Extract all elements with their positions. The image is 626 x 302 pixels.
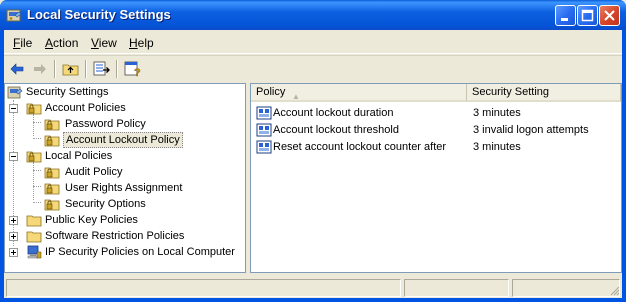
toolbar-separator <box>85 60 87 78</box>
menu-help-label: elp <box>137 36 154 50</box>
tree-item-security-settings[interactable]: Security Settings <box>5 84 245 100</box>
client-area: File Action View Help ? Security Setting… <box>4 30 622 298</box>
policy-setting-icon <box>256 106 272 120</box>
column-header-label: Security Setting <box>472 86 550 98</box>
menu-file[interactable]: File <box>13 36 32 50</box>
tree-item-account-lockout-policy[interactable]: Account Lockout Policy <box>5 132 245 148</box>
forward-arrow-icon[interactable] <box>31 60 49 78</box>
setting-cell: 3 invalid logon attempts <box>473 124 589 136</box>
tree-label: Security Settings <box>26 86 109 98</box>
policy-cell: Reset account lockout counter after <box>273 141 447 153</box>
menu-view[interactable]: View <box>91 36 117 50</box>
table-row[interactable]: Reset account lockout counter after 3 mi… <box>251 139 621 155</box>
title-bar[interactable]: Local Security Settings <box>0 0 626 30</box>
folder-lock-icon <box>26 103 42 115</box>
network-computer-icon <box>27 245 42 259</box>
tree-label: IP Security Policies on Local Computer <box>45 246 235 258</box>
toolbar-separator <box>116 60 118 78</box>
folder-icon <box>26 231 42 243</box>
menu-action[interactable]: Action <box>45 36 78 50</box>
expand-icon[interactable] <box>9 216 18 225</box>
column-header-label: Policy <box>256 86 286 98</box>
close-icon <box>604 10 615 21</box>
menu-view-label: iew <box>98 36 117 50</box>
tree-item-public-key-policies[interactable]: Public Key Policies <box>5 212 245 228</box>
setting-cell: 3 minutes <box>473 107 521 119</box>
menu-file-label: ile <box>20 36 33 50</box>
security-settings-icon <box>6 9 22 22</box>
maximize-icon <box>581 9 594 22</box>
expand-icon[interactable] <box>9 232 18 241</box>
table-row[interactable]: Account lockout duration 3 minutes <box>251 105 621 121</box>
tree-item-user-rights-assignment[interactable]: User Rights Assignment <box>5 180 245 196</box>
menu-help-accel: H <box>129 36 138 50</box>
folder-lock-icon <box>26 151 42 163</box>
up-folder-icon[interactable] <box>62 60 80 78</box>
tree-item-software-restriction-policies[interactable]: Software Restriction Policies <box>5 228 245 244</box>
policy-cell: Account lockout duration <box>273 107 394 119</box>
folder-lock-icon <box>44 199 60 211</box>
policy-setting-icon <box>256 123 272 137</box>
tree-label: Audit Policy <box>65 166 123 178</box>
folder-icon <box>26 215 42 227</box>
tree-item-ip-security-policies[interactable]: IP Security Policies on Local Computer <box>5 244 245 260</box>
tree-label: Password Policy <box>65 118 146 130</box>
menu-action-accel: A <box>45 36 54 50</box>
tree-item-local-policies[interactable]: Local Policies <box>5 148 245 164</box>
table-row[interactable]: Account lockout threshold 3 invalid logo… <box>251 122 621 138</box>
minimize-button[interactable] <box>555 5 576 26</box>
close-button[interactable] <box>599 5 620 26</box>
expand-icon[interactable] <box>9 248 18 257</box>
list-pane[interactable]: Policy ▲ Security Setting Account lockou… <box>250 83 622 273</box>
menu-view-accel: V <box>91 36 99 50</box>
column-header-security-setting[interactable]: Security Setting <box>467 84 621 102</box>
app-window: Local Security Settings File Action View… <box>0 0 626 302</box>
collapse-icon[interactable] <box>9 152 18 161</box>
tree-label: User Rights Assignment <box>65 182 183 194</box>
status-cell <box>6 279 401 297</box>
menu-action-label: ction <box>53 36 79 50</box>
tree-label: Security Options <box>65 198 146 210</box>
tree-label: Local Policies <box>45 150 113 162</box>
tree-label: Public Key Policies <box>45 214 138 226</box>
back-arrow-icon[interactable] <box>8 60 26 78</box>
sort-ascending-icon: ▲ <box>292 92 300 101</box>
toolbar: ? <box>4 55 622 81</box>
policy-cell: Account lockout threshold <box>273 124 399 136</box>
menu-help[interactable]: Help <box>129 36 154 50</box>
tree-item-password-policy[interactable]: Password Policy <box>5 116 245 132</box>
svg-text:?: ? <box>134 67 141 78</box>
help-icon[interactable]: ? <box>124 60 142 78</box>
collapse-icon[interactable] <box>9 104 18 113</box>
status-cell <box>404 279 509 297</box>
folder-lock-icon <box>44 167 60 179</box>
resize-grip-icon[interactable] <box>608 284 620 296</box>
tree-label: Software Restriction Policies <box>45 230 185 242</box>
tree-label-selected: Account Lockout Policy <box>63 132 183 148</box>
minimize-icon <box>561 18 568 21</box>
security-settings-icon <box>7 86 23 99</box>
folder-lock-icon <box>44 119 60 131</box>
status-bar <box>4 276 622 298</box>
folder-lock-icon <box>44 135 60 147</box>
maximize-button[interactable] <box>577 5 598 26</box>
status-cell <box>512 279 620 297</box>
folder-lock-icon <box>44 183 60 195</box>
tree-item-security-options[interactable]: Security Options <box>5 196 245 212</box>
menu-bar: File Action View Help <box>4 30 622 54</box>
setting-cell: 3 minutes <box>473 141 521 153</box>
tree-pane[interactable]: Security Settings Account Policies Passw… <box>4 83 246 273</box>
window-title: Local Security Settings <box>27 7 171 22</box>
tree-item-account-policies[interactable]: Account Policies <box>5 100 245 116</box>
toolbar-separator <box>54 60 56 78</box>
tree-item-audit-policy[interactable]: Audit Policy <box>5 164 245 180</box>
policy-setting-icon <box>256 140 272 154</box>
export-list-icon[interactable] <box>93 60 111 78</box>
tree-label: Account Policies <box>45 102 126 114</box>
column-header-policy[interactable]: Policy ▲ <box>251 84 467 102</box>
